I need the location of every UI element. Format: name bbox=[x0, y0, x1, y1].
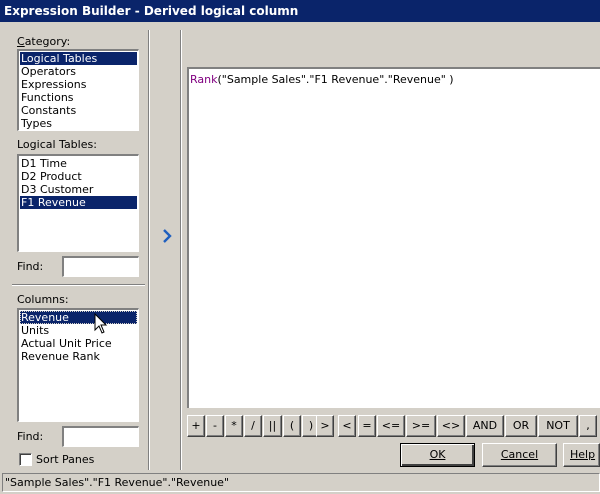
columns-list[interactable]: Revenue Units Actual Unit Price Revenue … bbox=[17, 308, 139, 422]
ok-button[interactable]: OK bbox=[400, 443, 475, 467]
op-equals-button[interactable]: = bbox=[358, 415, 376, 437]
status-bar: "Sample Sales"."F1 Revenue"."Revenue" bbox=[2, 473, 600, 492]
op-not-button[interactable]: NOT bbox=[538, 415, 578, 437]
category-label: Category: bbox=[17, 35, 71, 48]
op-and-button[interactable]: AND bbox=[466, 415, 504, 437]
expression-function: Rank bbox=[190, 73, 218, 86]
table-item-d3-customer[interactable]: D3 Customer bbox=[20, 183, 137, 196]
insert-button[interactable] bbox=[160, 228, 174, 244]
op-less-button[interactable]: < bbox=[338, 415, 356, 437]
find-columns-label: Find: bbox=[17, 430, 44, 443]
find-tables-input[interactable] bbox=[62, 256, 139, 277]
category-item-functions[interactable]: Functions bbox=[20, 91, 137, 104]
help-button[interactable]: Help bbox=[563, 443, 600, 467]
op-or-button[interactable]: OR bbox=[505, 415, 537, 437]
panel-divider-right bbox=[180, 30, 182, 470]
table-item-d1-time[interactable]: D1 Time bbox=[20, 157, 137, 170]
column-item-revenue[interactable]: Revenue bbox=[20, 311, 137, 324]
cancel-button[interactable]: Cancel bbox=[482, 443, 557, 467]
table-item-f1-revenue[interactable]: F1 Revenue bbox=[20, 196, 137, 209]
window-title: Expression Builder - Derived logical col… bbox=[0, 0, 600, 22]
expression-args: ("Sample Sales"."F1 Revenue"."Revenue" ) bbox=[217, 73, 454, 86]
find-columns-input[interactable] bbox=[62, 426, 139, 447]
op-multiply-button[interactable]: * bbox=[225, 415, 243, 437]
category-item-constants[interactable]: Constants bbox=[20, 104, 137, 117]
find-tables-label: Find: bbox=[17, 260, 44, 273]
logical-tables-list[interactable]: D1 Time D2 Product D3 Customer F1 Revenu… bbox=[17, 154, 139, 252]
category-list[interactable]: Logical Tables Operators Expressions Fun… bbox=[17, 49, 139, 131]
sort-panes-checkbox[interactable] bbox=[19, 453, 32, 466]
column-item-units[interactable]: Units bbox=[20, 324, 137, 337]
category-item-types[interactable]: Types bbox=[20, 117, 137, 130]
left-panel-divider bbox=[12, 284, 145, 286]
op-less-equal-button[interactable]: <= bbox=[377, 415, 405, 437]
category-item-operators[interactable]: Operators bbox=[20, 65, 137, 78]
op-greater-equal-button[interactable]: >= bbox=[406, 415, 436, 437]
category-item-logical-tables[interactable]: Logical Tables bbox=[20, 52, 137, 65]
mouse-cursor-icon bbox=[94, 313, 108, 334]
op-comma-button[interactable]: , bbox=[579, 415, 597, 437]
expression-editor[interactable]: Rank("Sample Sales"."F1 Revenue"."Revenu… bbox=[187, 67, 600, 408]
column-item-revenue-rank[interactable]: Revenue Rank bbox=[20, 350, 137, 363]
table-item-d2-product[interactable]: D2 Product bbox=[20, 170, 137, 183]
op-divide-button[interactable]: / bbox=[244, 415, 262, 437]
op-minus-button[interactable]: - bbox=[206, 415, 224, 437]
op-open-paren-button[interactable]: ( bbox=[283, 415, 301, 437]
column-item-actual-unit-price[interactable]: Actual Unit Price bbox=[20, 337, 137, 350]
logical-tables-label: Logical Tables: bbox=[17, 138, 97, 151]
category-item-expressions[interactable]: Expressions bbox=[20, 78, 137, 91]
columns-label: Columns: bbox=[17, 293, 69, 306]
op-plus-button[interactable]: + bbox=[187, 415, 205, 437]
op-not-equal-button[interactable]: <> bbox=[437, 415, 465, 437]
op-concat-button[interactable]: || bbox=[263, 415, 282, 437]
panel-divider-left bbox=[148, 30, 150, 470]
chevron-right-icon bbox=[163, 229, 172, 243]
op-greater-button[interactable]: > bbox=[316, 415, 334, 437]
sort-panes-label: Sort Panes bbox=[36, 453, 95, 466]
